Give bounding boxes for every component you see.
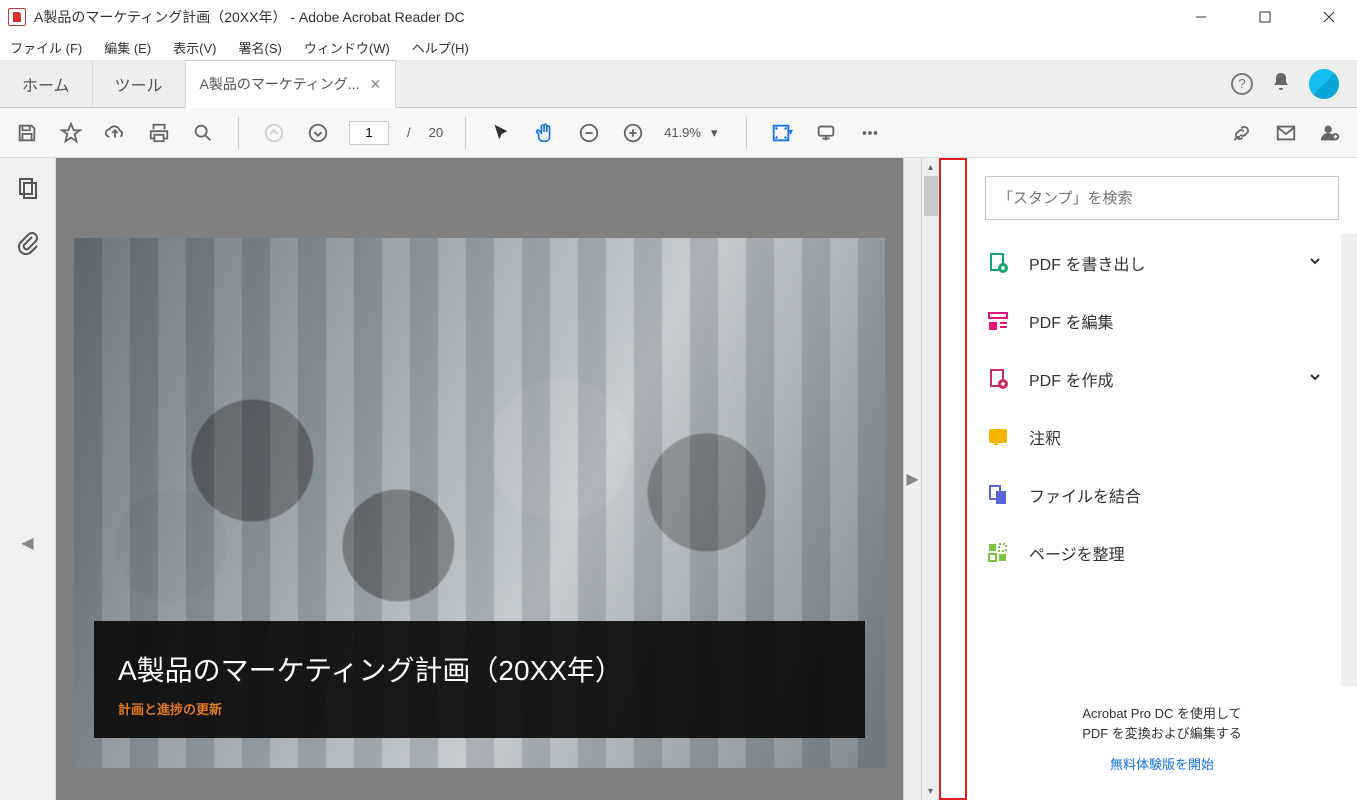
tool-label: ページを整理 [1029,541,1323,565]
menu-file[interactable]: ファイル (F) [6,36,86,59]
vertical-scrollbar[interactable]: ▴ ▾ [921,158,939,800]
promo-line2: PDF を変換および編集する [987,724,1337,745]
tool-item-0[interactable]: PDF を書き出し [967,234,1341,292]
tool-label: ファイルを結合 [1029,483,1323,507]
main-toolbar: / 20 41.9% ▾ ▾ [0,108,1357,158]
tool-item-1[interactable]: PDF を編集 [967,292,1341,350]
bell-icon[interactable] [1271,71,1291,96]
menu-window[interactable]: ウィンドウ(W) [300,36,394,59]
tool-icon [985,250,1011,276]
email-icon[interactable] [1273,120,1299,146]
tool-icon [985,366,1011,392]
menu-edit[interactable]: 編集 (E) [100,36,155,59]
star-icon[interactable] [58,120,84,146]
tool-label: PDF を作成 [1029,367,1289,391]
save-icon[interactable] [14,120,40,146]
fit-page-icon[interactable]: ▾ [769,120,795,146]
read-mode-icon[interactable] [813,120,839,146]
tool-item-4[interactable]: ファイルを結合 [967,466,1341,524]
promo-line1: Acrobat Pro DC を使用して [987,704,1337,725]
hand-tool-icon[interactable] [532,120,558,146]
help-icon[interactable]: ? [1231,73,1253,95]
tool-icon [985,308,1011,334]
print-icon[interactable] [146,120,172,146]
page-title-block: A製品のマーケティング計画（20XX年） 計画と進捗の更新 [94,621,865,738]
minimize-button[interactable] [1181,3,1221,31]
close-button[interactable] [1309,3,1349,31]
scroll-thumb[interactable] [924,176,938,216]
tools-search-input[interactable] [998,190,1326,207]
tools-panel: PDF を書き出し PDF を編集 PDF を作成注釈ファイルを結合ページを整理 A… [967,158,1357,800]
select-tool-icon[interactable] [488,120,514,146]
page-down-icon[interactable] [305,120,331,146]
search-icon[interactable] [190,120,216,146]
document-subtitle: 計画と進捗の更新 [118,699,841,718]
left-navigation-pane: ◀ [0,158,56,800]
maximize-button[interactable] [1245,3,1285,31]
tab-bar: ホーム ツール A製品のマーケティング... ✕ ? [0,60,1357,108]
menu-sign[interactable]: 署名(S) [235,36,286,59]
chevron-down-icon [1307,253,1323,274]
zoom-in-icon[interactable] [620,120,646,146]
tab-home[interactable]: ホーム [0,60,93,107]
tool-item-5[interactable]: ページを整理 [967,524,1341,582]
tool-icon [985,482,1011,508]
menu-bar: ファイル (F) 編集 (E) 表示(V) 署名(S) ウィンドウ(W) ヘルプ… [0,34,1357,60]
promo-link[interactable]: 無料体験版を開始 [987,755,1337,776]
share-link-icon[interactable] [1229,120,1255,146]
tool-label: 注釈 [1029,425,1323,449]
tool-label: PDF を編集 [1029,309,1323,333]
page-total: 20 [429,125,443,140]
highlighted-region [939,158,967,800]
chevron-down-icon: ▾ [711,125,718,141]
document-viewport[interactable]: A製品のマーケティング計画（20XX年） 計画と進捗の更新 [56,158,903,800]
window-titlebar: A製品のマーケティング計画（20XX年） - Adobe Acrobat Rea… [0,0,1357,34]
scroll-down-icon[interactable]: ▾ [922,782,939,800]
avatar[interactable] [1309,69,1339,99]
tool-icon [985,540,1011,566]
tab-tools[interactable]: ツール [93,60,186,107]
page-number-input[interactable] [349,121,389,145]
zoom-dropdown[interactable]: 41.9% ▾ [664,125,723,141]
tools-search[interactable] [985,176,1339,220]
page-up-icon[interactable] [261,120,287,146]
nav-collapse-left-icon[interactable]: ◀ [21,533,33,553]
add-person-icon[interactable] [1317,120,1343,146]
window-title: A製品のマーケティング計画（20XX年） - Adobe Acrobat Rea… [34,7,1181,27]
thumbnails-icon[interactable] [16,176,40,205]
pdf-page: A製品のマーケティング計画（20XX年） 計画と進捗の更新 [74,238,885,768]
zoom-out-icon[interactable] [576,120,602,146]
tool-item-2[interactable]: PDF を作成 [967,350,1341,408]
menu-help[interactable]: ヘルプ(H) [408,36,473,59]
nav-collapse-right-icon[interactable]: ▶ [903,158,921,800]
tab-document[interactable]: A製品のマーケティング... ✕ [186,60,397,108]
menu-view[interactable]: 表示(V) [169,36,220,59]
attachments-icon[interactable] [16,231,40,260]
document-title: A製品のマーケティング計画（20XX年） [118,649,841,689]
zoom-value: 41.9% [664,125,701,140]
pdf-app-icon [8,8,26,26]
tool-label: PDF を書き出し [1029,251,1289,275]
tool-item-3[interactable]: 注釈 [967,408,1341,466]
more-icon[interactable] [857,120,883,146]
page-separator: / [407,125,411,140]
tool-icon [985,424,1011,450]
cloud-upload-icon[interactable] [102,120,128,146]
tab-document-label: A製品のマーケティング... [200,74,360,94]
tab-close-icon[interactable]: ✕ [369,76,381,93]
scroll-up-icon[interactable]: ▴ [922,158,939,176]
chevron-down-icon [1307,369,1323,390]
promo-block: Acrobat Pro DC を使用して PDF を変換および編集する 無料体験… [967,686,1357,800]
